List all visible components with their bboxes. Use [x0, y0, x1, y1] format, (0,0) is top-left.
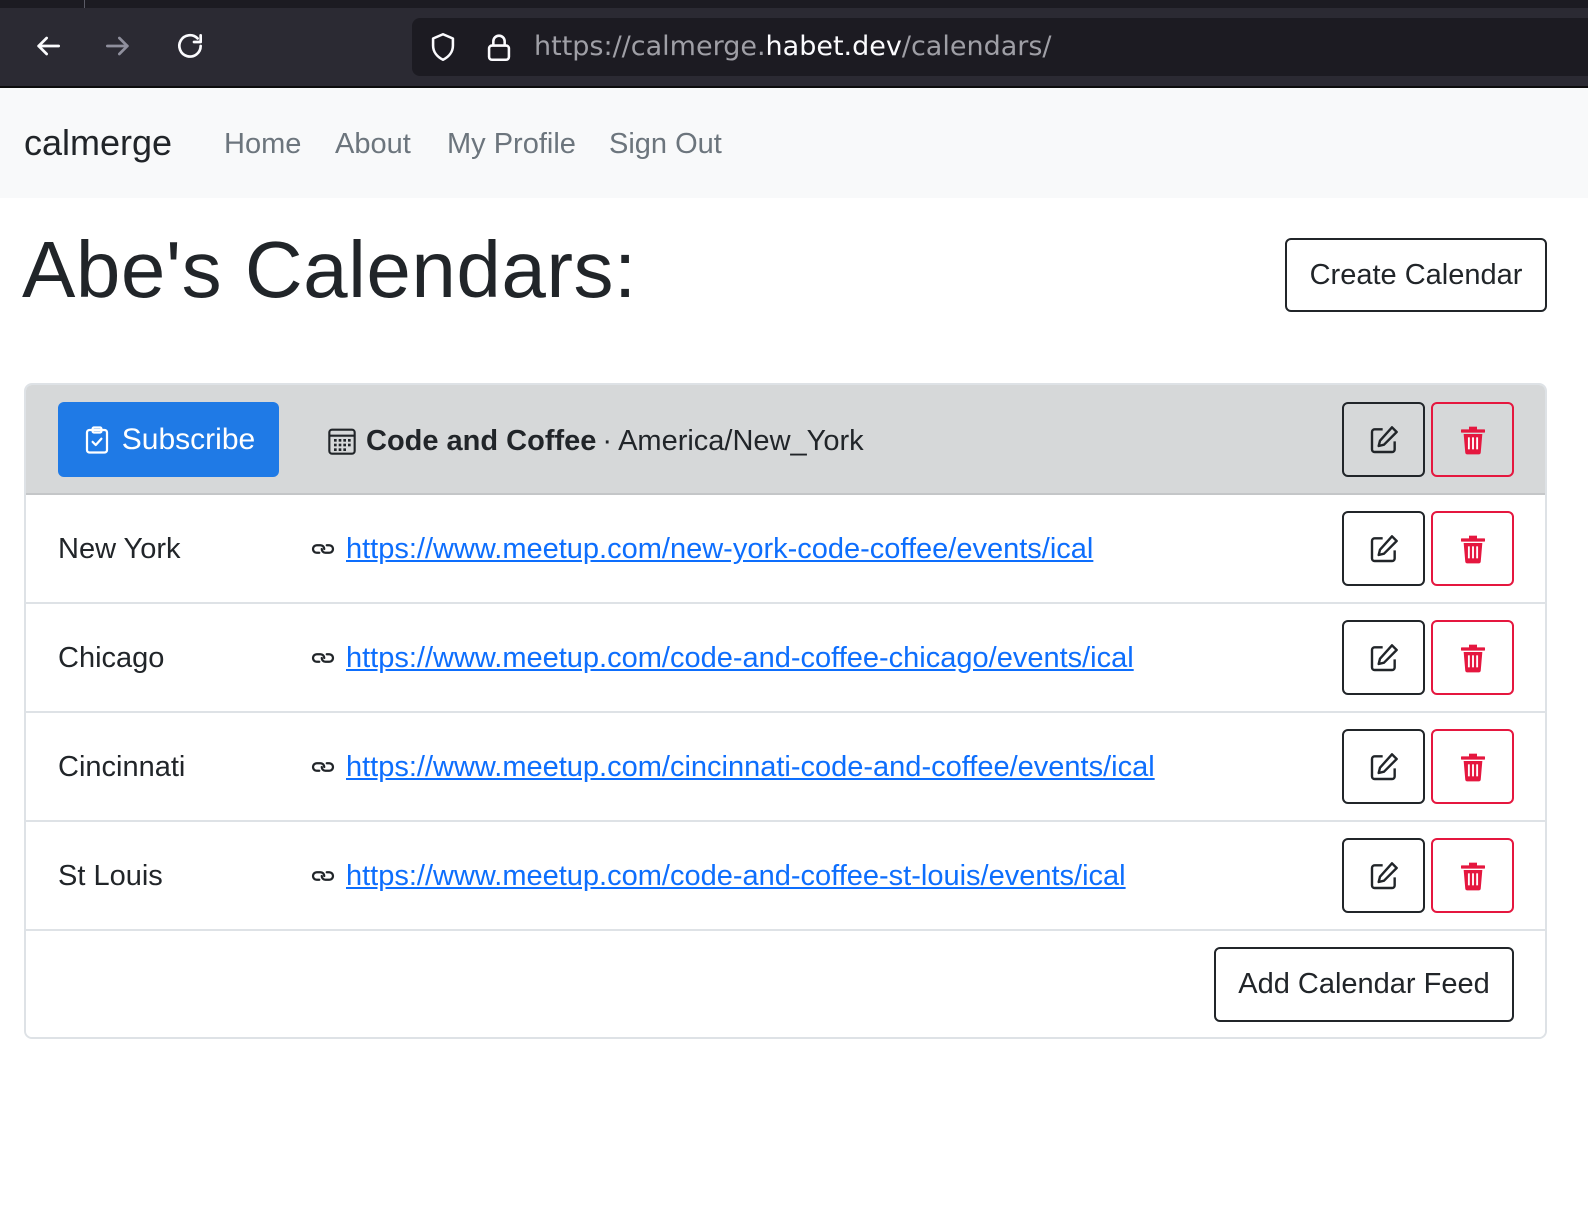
delete-calendar-button[interactable]	[1431, 402, 1514, 477]
feed-link: https://www.meetup.com/new-york-code-cof…	[308, 531, 1093, 567]
address-bar[interactable]: https://calmerge.habet.dev/calendars/	[412, 18, 1588, 76]
create-calendar-button[interactable]: Create Calendar	[1285, 238, 1547, 312]
trash-icon	[1460, 426, 1485, 454]
calendar-title: Code and Coffee · America/New_York	[326, 423, 864, 459]
tab-divider	[84, 0, 85, 8]
feed-url-link[interactable]: https://www.meetup.com/code-and-coffee-c…	[346, 640, 1134, 676]
trash-icon	[1460, 644, 1485, 672]
brand-link[interactable]: calmerge	[24, 122, 172, 164]
feed-url-link[interactable]: https://www.meetup.com/new-york-code-cof…	[346, 531, 1093, 567]
calendar-icon	[328, 428, 356, 455]
nav-link-my-profile[interactable]: My Profile	[447, 126, 576, 162]
back-arrow-icon[interactable]	[28, 26, 68, 66]
delete-feed-button[interactable]	[1431, 838, 1514, 913]
link-icon	[311, 653, 335, 663]
delete-feed-button[interactable]	[1431, 729, 1514, 804]
url-host: habet.dev	[765, 31, 902, 62]
feed-name: New York	[58, 533, 181, 565]
trash-icon	[1460, 535, 1485, 563]
trash-icon	[1460, 862, 1485, 890]
tracking-shield-icon[interactable]	[426, 30, 460, 64]
trash-icon	[1460, 753, 1485, 781]
subscribe-button[interactable]: Subscribe	[58, 402, 279, 477]
feed-url-link[interactable]: https://www.meetup.com/cincinnati-code-a…	[346, 749, 1155, 785]
forward-arrow-icon[interactable]	[98, 26, 138, 66]
tab-strip	[0, 0, 1588, 8]
calendar-name: Code and Coffee	[366, 425, 597, 457]
feed-name: Chicago	[58, 642, 165, 674]
url-prefix: https://calmerge.	[534, 31, 766, 62]
feed-row: St Louis https://www.meetup.com/code-and…	[26, 822, 1545, 931]
feed-name: St Louis	[58, 860, 163, 892]
url-text[interactable]: https://calmerge.habet.dev/calendars/	[534, 28, 1052, 66]
page-title: Abe's Calendars:	[22, 225, 637, 314]
feed-row: Cincinnati https://www.meetup.com/cincin…	[26, 713, 1545, 822]
pencil-square-icon	[1370, 534, 1398, 562]
delete-feed-button[interactable]	[1431, 620, 1514, 695]
nav-link-home[interactable]: Home	[224, 126, 301, 162]
link-icon	[311, 762, 335, 772]
title-separator: ·	[602, 425, 613, 457]
feed-name: Cincinnati	[58, 751, 186, 783]
url-path: /calendars/	[901, 31, 1052, 62]
feed-row: New York https://www.meetup.com/new-york…	[26, 495, 1545, 604]
add-calendar-feed-button[interactable]: Add Calendar Feed	[1214, 947, 1514, 1022]
nav-link-about[interactable]: About	[335, 126, 411, 162]
pencil-square-icon	[1370, 425, 1398, 453]
feed-row: Chicago https://www.meetup.com/code-and-…	[26, 604, 1545, 713]
edit-calendar-button[interactable]	[1342, 402, 1425, 477]
pencil-square-icon	[1370, 643, 1398, 671]
lock-icon[interactable]	[482, 30, 516, 64]
calendar-card: Subscribe Code and Coffee · America/New_…	[24, 383, 1547, 1039]
calendar-card-footer: Add Calendar Feed	[26, 929, 1545, 1037]
edit-feed-button[interactable]	[1342, 620, 1425, 695]
calendar-timezone: America/New_York	[618, 425, 864, 457]
edit-feed-button[interactable]	[1342, 838, 1425, 913]
app-navbar: calmerge Home About My Profile Sign Out	[0, 88, 1588, 198]
clipboard-check-icon	[85, 425, 108, 454]
edit-feed-button[interactable]	[1342, 729, 1425, 804]
pencil-square-icon	[1370, 752, 1398, 780]
feed-link: https://www.meetup.com/code-and-coffee-c…	[308, 640, 1134, 676]
reload-icon[interactable]	[170, 26, 210, 66]
feed-url-link[interactable]: https://www.meetup.com/code-and-coffee-s…	[346, 858, 1126, 894]
link-icon	[311, 871, 335, 881]
feed-link: https://www.meetup.com/cincinnati-code-a…	[308, 749, 1155, 785]
subscribe-label: Subscribe	[121, 422, 256, 456]
edit-feed-button[interactable]	[1342, 511, 1425, 586]
pencil-square-icon	[1370, 861, 1398, 889]
link-icon	[311, 544, 335, 554]
nav-link-sign-out[interactable]: Sign Out	[609, 126, 722, 162]
feed-link: https://www.meetup.com/code-and-coffee-s…	[308, 858, 1126, 894]
browser-toolbar: https://calmerge.habet.dev/calendars/	[0, 0, 1588, 88]
calendar-card-header: Subscribe Code and Coffee · America/New_…	[26, 385, 1545, 495]
delete-feed-button[interactable]	[1431, 511, 1514, 586]
